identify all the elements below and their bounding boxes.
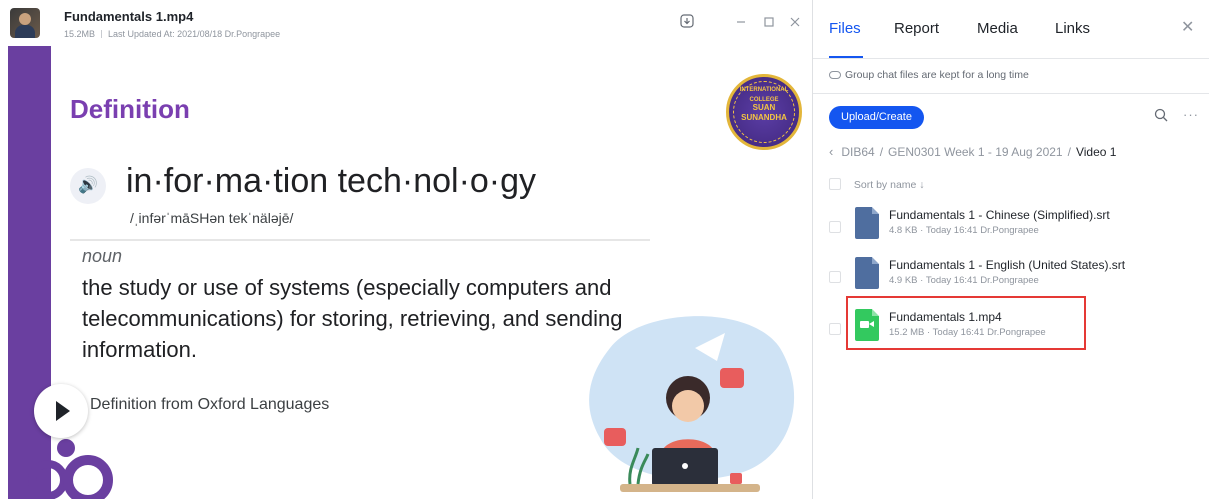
breadcrumb-item-current: Video 1 bbox=[1075, 145, 1117, 159]
file-size: 4.8 KB bbox=[889, 225, 918, 236]
tabs-divider bbox=[813, 58, 1209, 59]
back-chevron-icon[interactable]: ‹ bbox=[829, 144, 833, 159]
subtitle-file-icon bbox=[855, 257, 879, 289]
notice-text: Group chat files are kept for a long tim… bbox=[845, 69, 1029, 81]
slide-divider bbox=[70, 239, 650, 241]
defined-word: in·for·ma·tion tech·nol·o·gy bbox=[126, 162, 537, 200]
student-laptop-illustration bbox=[589, 316, 795, 492]
camera-icon bbox=[860, 321, 874, 328]
upload-create-button[interactable]: Upload/Create bbox=[829, 106, 924, 129]
file-size: 4.9 KB bbox=[889, 275, 918, 286]
subtitle-file-icon bbox=[855, 207, 879, 239]
file-meta: 4.8 KB · Today 16:41 Dr.Pongrapee bbox=[889, 225, 1039, 236]
file-name[interactable]: Fundamentals 1 - English (United States)… bbox=[889, 258, 1125, 272]
play-button[interactable] bbox=[34, 384, 88, 438]
maximize-icon[interactable] bbox=[760, 14, 778, 32]
file-time: Today 16:41 bbox=[932, 327, 985, 338]
file-name[interactable]: Fundamentals 1 - Chinese (Simplified).sr… bbox=[889, 208, 1110, 222]
more-options-icon[interactable]: ··· bbox=[1183, 107, 1199, 122]
tab-report[interactable]: Report bbox=[894, 20, 939, 37]
speaker-icon[interactable]: 🔊 bbox=[70, 168, 106, 204]
meta-divider bbox=[101, 30, 103, 38]
file-checkbox[interactable] bbox=[829, 271, 841, 283]
file-size: 15.2MB bbox=[64, 29, 96, 39]
slide-title: Definition bbox=[70, 94, 190, 124]
cloud-icon bbox=[829, 71, 841, 79]
file-meta: 15.2MB Last Updated At: 2021/08/18 Dr.Pon… bbox=[64, 29, 280, 39]
file-name[interactable]: Fundamentals 1.mp4 bbox=[889, 310, 1002, 324]
file-checkbox[interactable] bbox=[829, 323, 841, 335]
file-checkbox[interactable] bbox=[829, 221, 841, 233]
college-seal-logo: INTERNATIONAL COLLEGE SUAN SUNANDHA bbox=[726, 74, 802, 150]
brand-circles-logo bbox=[28, 439, 113, 499]
retention-notice: Group chat files are kept for a long tim… bbox=[829, 69, 1029, 81]
file-title: Fundamentals 1.mp4 bbox=[64, 9, 194, 24]
breadcrumb-separator: / bbox=[879, 145, 884, 159]
breadcrumb-item-folder[interactable]: GEN0301 Week 1 - 19 Aug 2021 bbox=[888, 145, 1063, 159]
files-panel: Files Report Media Links ✕ Group chat fi… bbox=[812, 0, 1209, 499]
breadcrumb: ‹ DIB64 / GEN0301 Week 1 - 19 Aug 2021 / Vide… bbox=[829, 144, 1116, 159]
file-size: 15.2 MB bbox=[889, 327, 925, 338]
definition-source: Definition from Oxford Languages bbox=[90, 396, 330, 413]
tab-links[interactable]: Links bbox=[1055, 20, 1090, 37]
uploader-avatar bbox=[10, 8, 40, 38]
breadcrumb-item-root[interactable]: DIB64 bbox=[841, 145, 874, 159]
close-panel-icon[interactable]: ✕ bbox=[1181, 17, 1194, 37]
video-viewer: Fundamentals 1.mp4 15.2MB Last Updated At… bbox=[0, 0, 812, 499]
sort-row: Sort by name ↓ bbox=[829, 178, 925, 191]
seal-text-top: INTERNATIONAL COLLEGE bbox=[739, 87, 789, 103]
panel-tabs: Files Report Media Links ✕ bbox=[813, 0, 1209, 58]
slide-frame: Definition INTERNATIONAL COLLEGE SUAN SU… bbox=[8, 46, 812, 499]
video-file-icon bbox=[855, 309, 879, 341]
file-owner: Dr.Pongrapee bbox=[980, 225, 1039, 236]
close-icon[interactable] bbox=[786, 14, 804, 32]
notice-divider bbox=[813, 93, 1209, 94]
definition-text: the study or use of systems (especially … bbox=[82, 275, 623, 362]
file-owner: Dr.Pongrapee bbox=[980, 275, 1039, 286]
last-updated: Last Updated At: 2021/08/18 Dr.Pongrapee bbox=[108, 29, 281, 39]
sort-by-name[interactable]: Sort by name ↓ bbox=[854, 179, 925, 191]
file-time: Today 16:41 bbox=[925, 225, 978, 236]
part-of-speech: noun bbox=[82, 246, 123, 266]
select-all-checkbox[interactable] bbox=[829, 178, 841, 190]
file-owner: Dr.Pongrapee bbox=[987, 327, 1046, 338]
file-row[interactable]: Fundamentals 1 - Chinese (Simplified).sr… bbox=[829, 205, 1199, 249]
file-row[interactable]: Fundamentals 1 - English (United States)… bbox=[829, 255, 1199, 299]
file-time: Today 16:41 bbox=[925, 275, 978, 286]
tab-files[interactable]: Files bbox=[829, 20, 861, 37]
file-meta: 15.2 MB · Today 16:41 Dr.Pongrapee bbox=[889, 327, 1046, 338]
download-icon[interactable] bbox=[678, 14, 696, 32]
viewer-header: Fundamentals 1.mp4 15.2MB Last Updated At… bbox=[0, 0, 812, 46]
breadcrumb-separator: / bbox=[1067, 145, 1071, 159]
file-row[interactable]: Fundamentals 1.mp4 15.2 MB · Today 16:41… bbox=[829, 307, 1199, 351]
tab-media[interactable]: Media bbox=[977, 20, 1018, 37]
search-icon[interactable] bbox=[1154, 108, 1168, 126]
seal-text-mid: SUAN SUNANDHA bbox=[741, 103, 787, 122]
minimize-icon[interactable] bbox=[732, 14, 750, 32]
file-meta: 4.9 KB · Today 16:41 Dr.Pongrapee bbox=[889, 275, 1039, 286]
pronunciation: /ˌinfərˈmāSHən tekˈnäləjē/ bbox=[130, 210, 294, 226]
